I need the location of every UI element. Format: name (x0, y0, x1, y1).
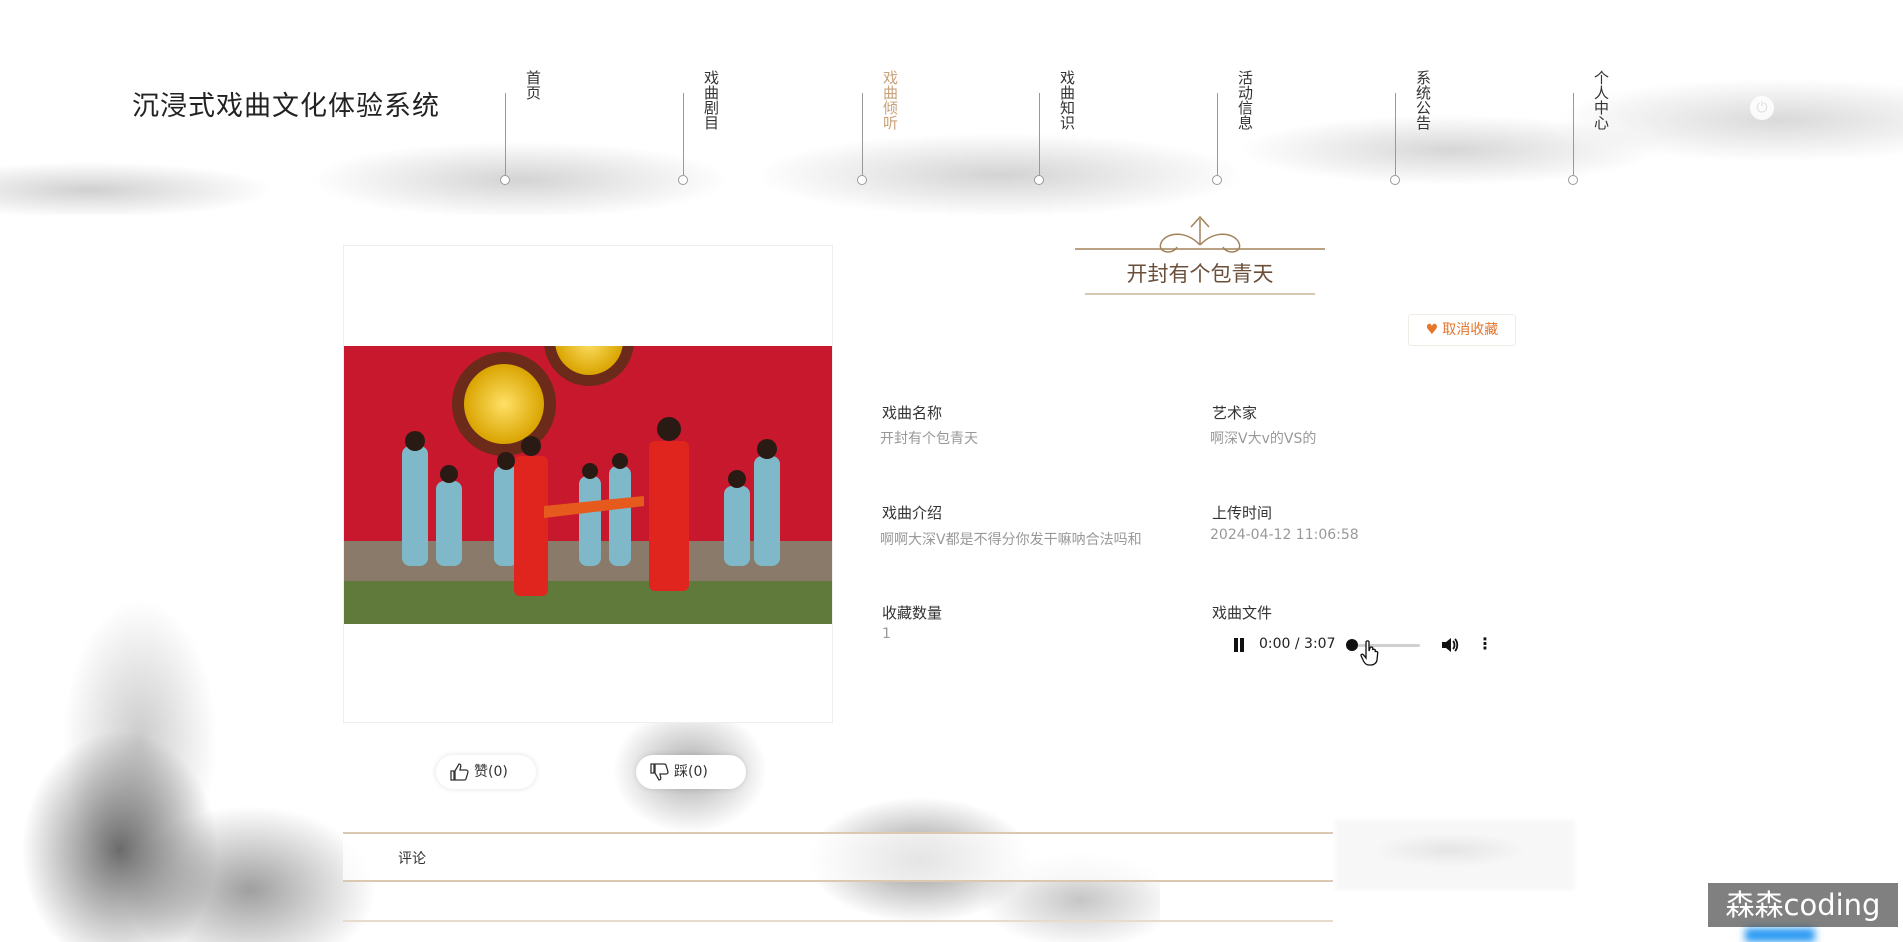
blue-corner-element (1745, 928, 1815, 942)
nav-label: 戏曲剧目 (702, 70, 720, 130)
nav-home[interactable]: 首页 (496, 70, 542, 188)
favorite-count-value: 1 (882, 626, 891, 642)
audio-player[interactable]: 0:00 / 3:07 ⋮ (1215, 628, 1493, 662)
hand-cursor-icon (1360, 640, 1379, 666)
ink-mountain-bottom-center (560, 700, 1160, 942)
nav-activity-info[interactable]: 活动信息 (1208, 70, 1254, 188)
nav-dot (1212, 175, 1222, 185)
heart-icon: ♥ (1425, 322, 1439, 338)
audio-seek-handle[interactable] (1346, 639, 1358, 651)
dislike-label: 踩(0) (674, 764, 708, 780)
dislike-button[interactable]: 踩(0) (636, 755, 746, 789)
artist-value: 啊深V大v的VS的 (1210, 431, 1317, 447)
pause-icon[interactable] (1233, 638, 1245, 652)
opera-intro-value: 啊啊大深V都是不得分你发干嘛呐合法吗和 (880, 532, 1142, 548)
nav-dot (500, 175, 510, 185)
blurred-panel (1335, 820, 1575, 890)
nav-label: 个人中心 (1592, 70, 1610, 130)
nav-line (1039, 93, 1040, 175)
comments-header: 评论 (343, 832, 1333, 882)
favorite-count-label: 收藏数量 (882, 604, 943, 622)
nav-label: 系统公告 (1414, 70, 1432, 130)
nav-line (1395, 93, 1396, 175)
nav-line (1573, 93, 1574, 175)
opera-name-label: 戏曲名称 (882, 404, 943, 422)
thumbs-up-icon (450, 763, 469, 781)
nav-dot (1568, 175, 1578, 185)
nav-line (862, 93, 863, 175)
nav-label: 首页 (524, 70, 542, 100)
volume-icon[interactable] (1441, 637, 1459, 653)
nav-opera-repertoire[interactable]: 戏曲剧目 (674, 70, 720, 188)
nav-dot (857, 175, 867, 185)
artist-label: 艺术家 (1212, 404, 1258, 422)
comments-divider (343, 920, 1333, 922)
nav-label: 活动信息 (1236, 70, 1254, 130)
opera-file-label: 戏曲文件 (1212, 604, 1273, 622)
unfavorite-label: 取消收藏 (1442, 322, 1499, 338)
nav-line (1217, 93, 1218, 175)
nav-system-notice[interactable]: 系统公告 (1386, 70, 1432, 188)
opera-poster-image (344, 346, 832, 624)
like-button[interactable]: 赞(0) (436, 755, 536, 789)
audio-time: 0:00 / 3:07 (1259, 636, 1336, 652)
unfavorite-button[interactable]: ♥ 取消收藏 (1408, 314, 1516, 346)
nav-dot (1034, 175, 1044, 185)
thumbs-down-icon (650, 763, 669, 781)
comments-label: 评论 (398, 851, 426, 867)
opera-intro-label: 戏曲介绍 (882, 504, 943, 522)
nav-line (505, 93, 506, 175)
nav-line (683, 93, 684, 175)
like-label: 赞(0) (474, 764, 508, 780)
upload-time-label: 上传时间 (1212, 504, 1273, 522)
nav-label: 戏曲倾听 (881, 70, 899, 130)
power-icon[interactable]: ⏻ (1750, 96, 1774, 120)
nav-opera-listening[interactable]: 戏曲倾听 (853, 70, 899, 188)
nav-dot (678, 175, 688, 185)
opera-title: 开封有个包青天 (1126, 262, 1274, 286)
more-options-icon[interactable]: ⋮ (1477, 636, 1493, 652)
media-card (343, 245, 833, 723)
nav-dot (1390, 175, 1400, 185)
nav-opera-knowledge[interactable]: 戏曲知识 (1030, 70, 1076, 188)
nav-personal-center[interactable]: 个人中心 (1564, 70, 1610, 188)
upload-time-value: 2024-04-12 11:06:58 (1210, 527, 1359, 543)
opera-name-value: 开封有个包青天 (880, 431, 978, 447)
site-title: 沉浸式戏曲文化体验系统 (132, 91, 440, 122)
watermark: 森森coding (1708, 883, 1898, 927)
nav-label: 戏曲知识 (1058, 70, 1076, 130)
